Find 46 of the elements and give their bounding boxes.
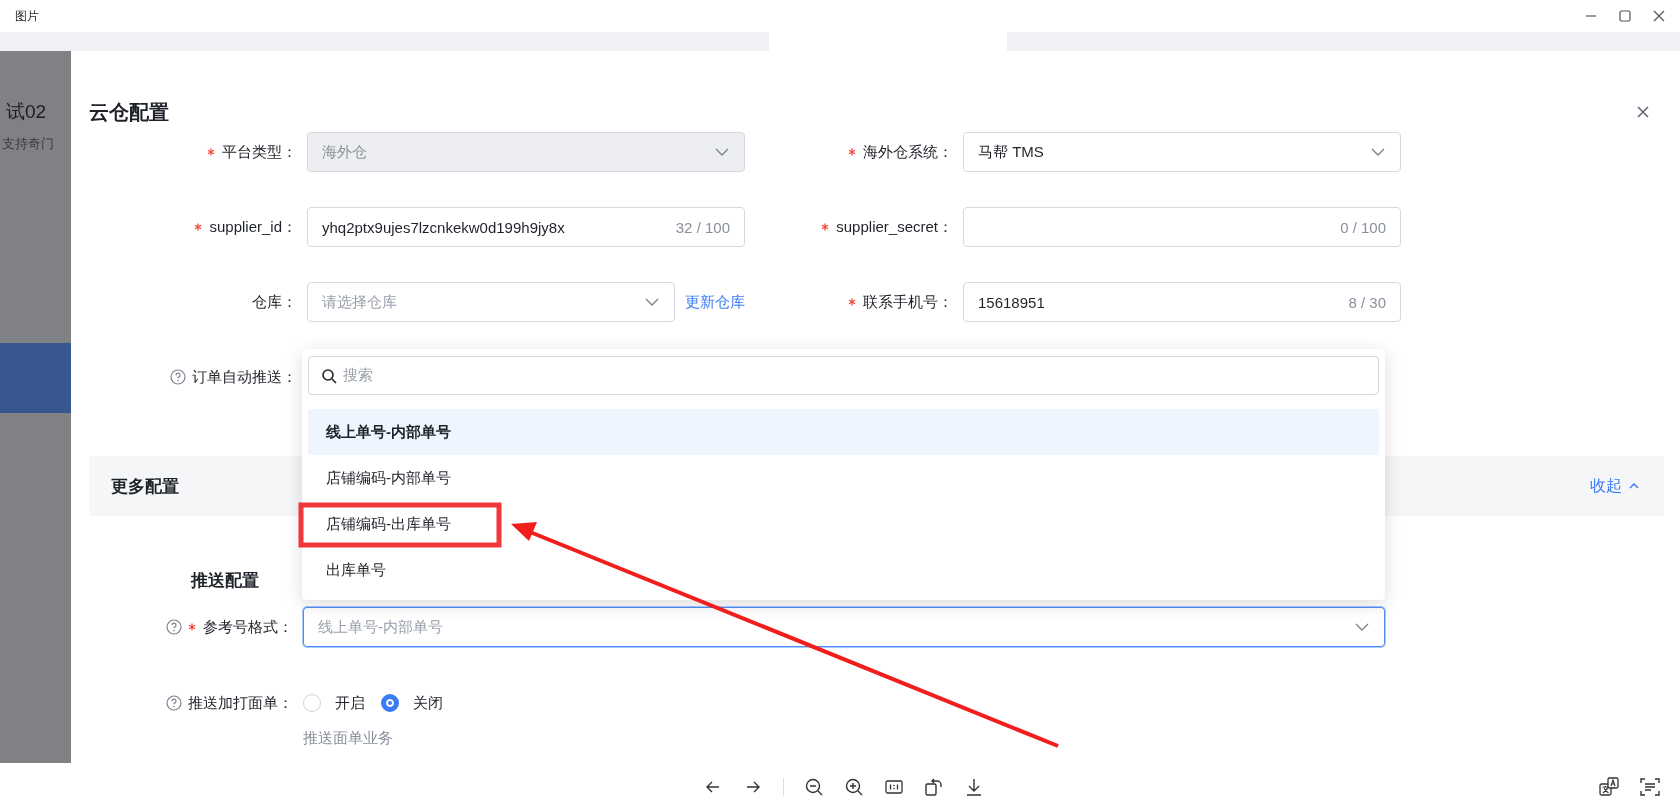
- close-icon[interactable]: [1636, 105, 1650, 119]
- field-label: 海外仓系统：: [863, 142, 953, 162]
- dropdown-option[interactable]: 店铺编码-出库单号: [308, 501, 1379, 547]
- radio-button[interactable]: [381, 694, 399, 712]
- help-icon[interactable]: [170, 369, 186, 385]
- field-label: 参考号格式：: [203, 617, 293, 637]
- chevron-up-icon: [1628, 481, 1640, 491]
- input-field[interactable]: yhq2ptx9ujes7lzcnkekw0d199h9jy8x 32 / 100: [307, 207, 745, 247]
- field-label: supplier_secret：: [836, 217, 953, 237]
- rotate-icon[interactable]: [924, 776, 944, 797]
- field-label: supplier_id：: [209, 217, 297, 237]
- translate-icon[interactable]: [1598, 775, 1620, 798]
- field-label: 联系手机号：: [863, 292, 953, 312]
- field-label: 仓库：: [252, 292, 297, 312]
- character-counter: 32 / 100: [675, 218, 730, 236]
- radio-label: 开启: [335, 693, 365, 713]
- radio-label: 关闭: [413, 693, 443, 713]
- help-icon[interactable]: [166, 619, 182, 635]
- field-label: 推送加打面单：: [188, 693, 293, 713]
- search-icon: [321, 367, 337, 384]
- text-scan-icon[interactable]: [1639, 775, 1661, 798]
- page-title: 试02: [5, 100, 48, 124]
- dropdown-option[interactable]: 店铺编码-内部单号: [308, 455, 1379, 501]
- field-label: 订单自动推送：: [192, 367, 297, 387]
- dropdown-option[interactable]: 出库单号: [308, 547, 1379, 593]
- help-text: 推送面单业务: [303, 728, 394, 748]
- collapse-link[interactable]: 收起: [1590, 475, 1640, 497]
- help-icon[interactable]: [166, 695, 182, 711]
- window-title: 图片: [15, 7, 39, 25]
- section-title: 更多配置: [111, 475, 179, 498]
- refresh-link[interactable]: 更新仓库: [685, 292, 745, 312]
- close-icon[interactable]: [1652, 9, 1666, 23]
- field-label: 平台类型：: [222, 142, 297, 162]
- drawer-title: 云仓配置: [89, 99, 169, 125]
- zoom-out-icon[interactable]: [804, 776, 824, 797]
- banner-image: [0, 343, 71, 413]
- character-counter: 0 / 100: [1340, 218, 1386, 236]
- dropdown-option[interactable]: 线上单号-内部单号: [308, 409, 1379, 455]
- character-counter: 8 / 30: [1348, 293, 1386, 311]
- download-icon[interactable]: [964, 776, 984, 797]
- select-field[interactable]: 马帮 TMS: [963, 132, 1401, 172]
- section-heading: 推送配置: [191, 570, 259, 592]
- maximize-icon[interactable]: [1618, 9, 1632, 23]
- zoom-in-icon[interactable]: [844, 776, 864, 797]
- input-field[interactable]: 15618951 8 / 30: [963, 282, 1401, 322]
- page-description: 支持奇门: [1, 135, 55, 153]
